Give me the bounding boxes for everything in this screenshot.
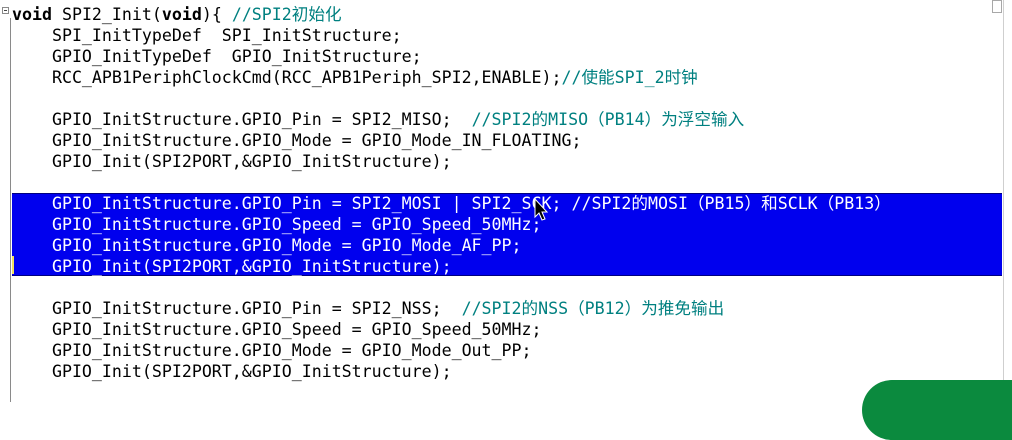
- keyword-void: void: [161, 5, 202, 24]
- code-text: GPIO_InitStructure.GPIO_Pin = SPI2_MOSI …: [12, 194, 572, 213]
- code-text: GPIO_InitStructure.GPIO_Pin = SPI2_MISO;: [12, 110, 472, 129]
- code-comment: //SPI2的MISO（PB14）为浮空输入: [471, 110, 745, 129]
- code-line-17[interactable]: GPIO_InitStructure.GPIO_Mode = GPIO_Mode…: [12, 340, 532, 361]
- right-margin-line: [1003, 0, 1004, 402]
- code-editor[interactable]: void SPI2_Init(void){ //SPI2初始化 SPI_Init…: [0, 0, 1012, 440]
- code-comment: //使能SPI_2时钟: [561, 68, 698, 87]
- code-text: GPIO_InitTypeDef GPIO_InitStructure;: [12, 47, 422, 66]
- code-line-2[interactable]: SPI_InitTypeDef SPI_InitStructure;: [12, 25, 402, 46]
- code-line-7[interactable]: GPIO_InitStructure.GPIO_Mode = GPIO_Mode…: [12, 130, 582, 151]
- code-line-11[interactable]: GPIO_InitStructure.GPIO_Speed = GPIO_Spe…: [12, 214, 542, 235]
- code-text: GPIO_InitStructure.GPIO_Speed = GPIO_Spe…: [12, 320, 542, 339]
- code-line-18[interactable]: GPIO_Init(SPI2PORT,&GPIO_InitStructure);: [12, 361, 452, 382]
- code-line-16[interactable]: GPIO_InitStructure.GPIO_Speed = GPIO_Spe…: [12, 319, 542, 340]
- code-comment: //SPI2初始化: [231, 5, 342, 24]
- code-text: SPI2_Init(: [51, 5, 162, 24]
- code-text: SPI_InitTypeDef SPI_InitStructure;: [12, 26, 402, 45]
- code-text: RCC_APB1PeriphClockCmd(RCC_APB1Periph_SP…: [12, 68, 562, 87]
- code-line-1[interactable]: void SPI2_Init(void){ //SPI2初始化: [12, 4, 342, 25]
- code-line-4[interactable]: RCC_APB1PeriphClockCmd(RCC_APB1Periph_SP…: [12, 67, 698, 88]
- code-line-6[interactable]: GPIO_InitStructure.GPIO_Pin = SPI2_MISO;…: [12, 109, 744, 130]
- code-comment: //SPI2的MOSI（PB15）和SCLK（PB13）: [571, 194, 891, 213]
- code-text: GPIO_InitStructure.GPIO_Mode = GPIO_Mode…: [12, 131, 582, 150]
- code-line-12[interactable]: GPIO_InitStructure.GPIO_Mode = GPIO_Mode…: [12, 235, 522, 256]
- code-line-15[interactable]: GPIO_InitStructure.GPIO_Pin = SPI2_NSS; …: [12, 298, 724, 319]
- code-text: GPIO_Init(SPI2PORT,&GPIO_InitStructure);: [12, 257, 452, 276]
- text-cursor-icon: [534, 198, 548, 221]
- code-line-13[interactable]: GPIO_Init(SPI2PORT,&GPIO_InitStructure);: [12, 256, 452, 277]
- editor-gutter: [0, 0, 10, 402]
- code-text: GPIO_InitStructure.GPIO_Mode = GPIO_Mode…: [12, 341, 532, 360]
- code-text: GPIO_Init(SPI2PORT,&GPIO_InitStructure);: [12, 362, 452, 381]
- code-line-3[interactable]: GPIO_InitTypeDef GPIO_InitStructure;: [12, 46, 422, 67]
- code-text: GPIO_InitStructure.GPIO_Speed = GPIO_Spe…: [12, 215, 542, 234]
- code-text: GPIO_InitStructure.GPIO_Pin = SPI2_NSS;: [12, 299, 462, 318]
- code-line-10[interactable]: GPIO_InitStructure.GPIO_Pin = SPI2_MOSI …: [12, 193, 891, 214]
- code-line-8[interactable]: GPIO_Init(SPI2PORT,&GPIO_InitStructure);: [12, 151, 452, 172]
- fold-guide-line: [10, 18, 11, 402]
- scroll-corner-box[interactable]: [992, 0, 1002, 13]
- code-comment: //SPI2的NSS（PB12）为推免输出: [461, 299, 725, 318]
- code-text: GPIO_Init(SPI2PORT,&GPIO_InitStructure);: [12, 152, 452, 171]
- keyword-void: void: [12, 5, 52, 24]
- fold-collapse-icon[interactable]: [2, 7, 9, 14]
- floating-overlay-button[interactable]: [862, 380, 1012, 440]
- code-text: GPIO_InitStructure.GPIO_Mode = GPIO_Mode…: [12, 236, 522, 255]
- code-text: ){: [201, 5, 232, 24]
